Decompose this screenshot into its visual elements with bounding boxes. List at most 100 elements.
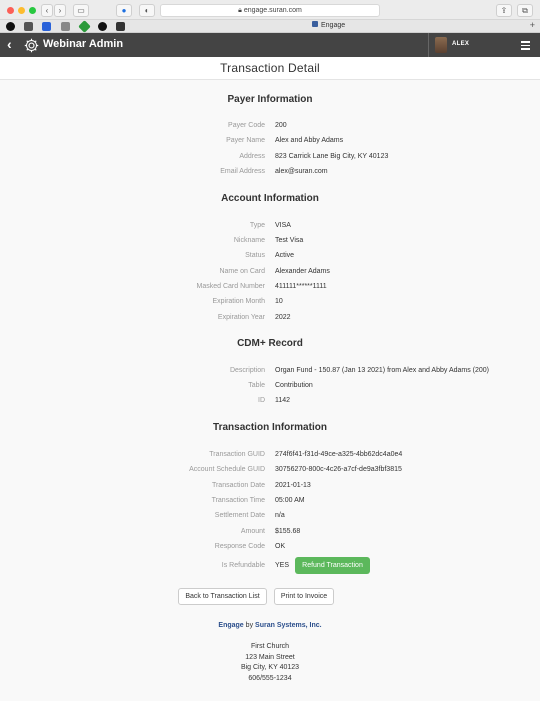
- tab-title: Engage: [321, 22, 346, 29]
- payer-row: Email Address alex@suran.com: [0, 168, 540, 180]
- field-label: Payer Name: [226, 137, 265, 144]
- transaction-row: Transaction GUID 274f6f41-f31d-49ce-a325-…: [0, 451, 540, 463]
- hamburger-menu-icon[interactable]: [521, 41, 530, 52]
- minimize-window-button[interactable]: [18, 7, 25, 14]
- field-value: Test Visa: [275, 237, 304, 244]
- field-value: OK: [275, 543, 286, 550]
- browser-tab[interactable]: Engage: [312, 21, 345, 29]
- account-row: Expiration Month 10: [0, 298, 540, 310]
- field-value: 2022: [275, 314, 291, 321]
- account-row: Status Active: [0, 252, 540, 264]
- new-tab-button[interactable]: +: [530, 20, 535, 30]
- favorite-2-icon[interactable]: [24, 22, 33, 31]
- address-line: Big City, KY 40123: [240, 664, 300, 671]
- field-value: YES: [275, 562, 290, 569]
- transaction-row: Settlement Date n/a: [0, 512, 540, 524]
- user-name: ALEX: [452, 41, 470, 47]
- user-menu[interactable]: ALEX: [428, 33, 540, 57]
- transaction-row: Is Refundable YES Refund Transaction: [0, 557, 540, 574]
- footer-address: First Church 123 Main Street Big City, K…: [0, 642, 540, 684]
- tabs-overview-button[interactable]: ⧉: [517, 4, 533, 17]
- payer-row: Payer Code 200: [0, 122, 540, 134]
- field-value: alex@suran.com: [275, 168, 328, 175]
- field-label: Address: [239, 153, 265, 160]
- forward-nav-button[interactable]: ›: [54, 4, 66, 17]
- field-label: Payer Code: [228, 122, 265, 129]
- field-value: 823 Carrick Lane Big City, KY 40123: [275, 153, 389, 160]
- account-row: Expiration Year 2022: [0, 314, 540, 326]
- field-label: Masked Card Number: [196, 283, 265, 290]
- transaction-row: Response Code OK: [0, 543, 540, 555]
- field-value: Alexander Adams: [275, 268, 330, 275]
- payer-row: Payer Name Alex and Abby Adams: [0, 137, 540, 149]
- footer-brand: Engage by Suran Systems, Inc.: [0, 622, 540, 629]
- app-header: ‹ Webinar Admin ALEX: [0, 33, 540, 57]
- account-row: Masked Card Number 411111******1111: [0, 283, 540, 295]
- address-bar[interactable]: 🔒︎ engage.suran.com: [160, 4, 380, 17]
- company-link[interactable]: Suran Systems, Inc.: [255, 622, 322, 629]
- back-nav-button[interactable]: ‹: [41, 4, 53, 17]
- share-button[interactable]: ⇪: [496, 4, 512, 17]
- favorites-bar: Engage +: [0, 20, 540, 33]
- field-value: 411111******1111: [275, 283, 327, 290]
- transaction-row: Transaction Time 05:00 AM: [0, 497, 540, 509]
- field-label: Email Address: [220, 168, 265, 175]
- address-line: 123 Main Street: [245, 653, 295, 661]
- field-label: Amount: [240, 528, 265, 535]
- field-value: n/a: [275, 512, 285, 519]
- field-label: Account Schedule GUID: [189, 466, 265, 473]
- field-value: Active: [275, 252, 295, 259]
- field-value: VISA: [275, 222, 291, 229]
- transaction-row: Account Schedule GUID 30756270-800c-4c26-…: [0, 466, 540, 478]
- brand-by: by: [245, 622, 254, 629]
- back-to-transaction-list-button[interactable]: Back to Transaction List: [178, 588, 267, 605]
- account-section-heading: Account Information: [221, 193, 319, 204]
- privacy-icon[interactable]: ●: [116, 4, 132, 17]
- back-chevron-icon[interactable]: ‹: [7, 36, 12, 52]
- field-label: Status: [245, 252, 265, 259]
- brand-link[interactable]: Engage: [218, 622, 243, 629]
- field-label: Response Code: [214, 543, 265, 550]
- transaction-row: Amount $155.68: [0, 528, 540, 540]
- field-label: Table: [248, 382, 265, 389]
- field-label: Type: [249, 222, 265, 229]
- zoom-window-button[interactable]: [29, 7, 36, 14]
- refund-transaction-button[interactable]: Refund Transaction: [295, 557, 370, 574]
- field-value: 274f6f41-f31d-49ce-a325-4bb62dc4a0e4: [275, 451, 403, 458]
- print-to-invoice-button[interactable]: Print to Invoice: [274, 588, 334, 605]
- address-line: First Church: [250, 643, 290, 650]
- cdm-row: Description Organ Fund - 150.87 (Jan 13 2…: [0, 367, 540, 379]
- field-label: Transaction GUID: [209, 451, 265, 458]
- account-row: Nickname Test Visa: [0, 237, 540, 249]
- tab-favicon-icon: [312, 21, 318, 27]
- close-window-button[interactable]: [7, 7, 14, 14]
- shield-icon[interactable]: ◐: [139, 4, 155, 17]
- field-label: Transaction Date: [211, 482, 265, 489]
- field-value: 200: [275, 122, 287, 129]
- account-row: Type VISA: [0, 222, 540, 234]
- field-label: Settlement Date: [214, 512, 265, 519]
- field-label: Transaction Time: [211, 497, 265, 504]
- gear-icon: [24, 38, 39, 53]
- app-title: Webinar Admin: [43, 38, 124, 50]
- favorite-1-icon[interactable]: [6, 22, 15, 31]
- avatar: [435, 37, 447, 53]
- favorite-4-icon[interactable]: [61, 22, 70, 31]
- field-label: Is Refundable: [221, 562, 265, 569]
- page-title-bar: Transaction Detail: [0, 57, 540, 80]
- browser-titlebar: ‹ › ▭ ● ◐ 🔒︎ engage.suran.com ⇪ ⧉: [0, 0, 540, 20]
- url-text: engage.suran.com: [243, 7, 302, 14]
- transaction-detail-content: Payer Information Payer Code 200 Payer Na…: [0, 80, 540, 701]
- sidebar-toggle-button[interactable]: ▭: [73, 4, 89, 17]
- favorite-5-icon[interactable]: [78, 20, 91, 33]
- field-value: 1142: [275, 397, 291, 404]
- favorite-3-icon[interactable]: [42, 22, 51, 31]
- favorite-7-icon[interactable]: [116, 22, 125, 31]
- account-row: Name on Card Alexander Adams: [0, 268, 540, 280]
- field-value: 2021-01-13: [275, 482, 311, 489]
- cdm-row: ID 1142: [0, 397, 540, 409]
- cdm-section-heading: CDM+ Record: [237, 338, 303, 349]
- field-value: 10: [275, 298, 283, 305]
- favorite-6-icon[interactable]: [98, 22, 107, 31]
- address-line: 606/555-1234: [248, 674, 292, 682]
